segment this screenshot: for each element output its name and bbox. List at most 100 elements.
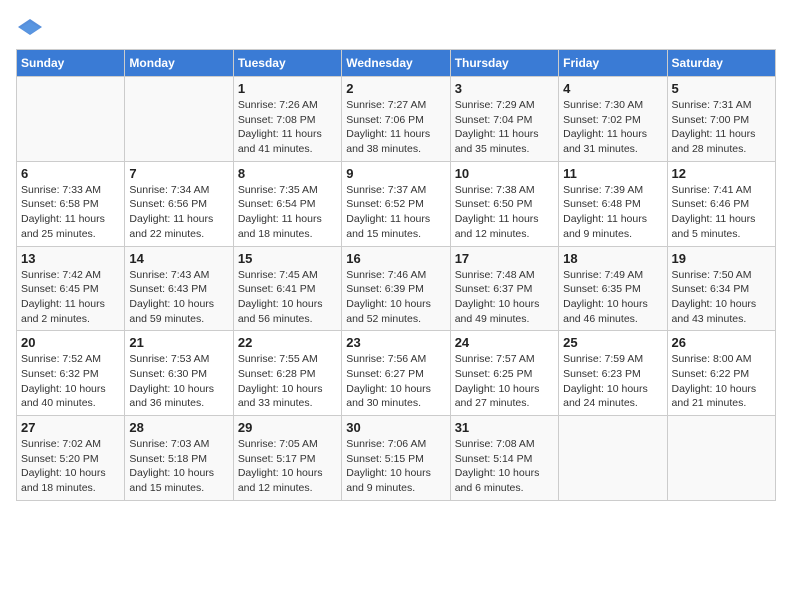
- calendar-cell: 26 Sunrise: 8:00 AM Sunset: 6:22 PM Dayli…: [667, 331, 775, 416]
- calendar-cell: 14 Sunrise: 7:43 AM Sunset: 6:43 PM Dayli…: [125, 246, 233, 331]
- calendar-cell: 27Sunrise: 7:02 AM Sunset: 5:20 PM Dayli…: [17, 416, 125, 501]
- day-number: 18: [563, 251, 662, 266]
- calendar-cell: [667, 416, 775, 501]
- calendar-cell: 30 Sunrise: 7:06 AM Sunset: 5:15 PM Dayli…: [342, 416, 450, 501]
- day-info: Sunrise: 7:59 AM Sunset: 6:23 PM Dayligh…: [563, 352, 662, 411]
- day-number: 2: [346, 81, 445, 96]
- calendar-cell: 3 Sunrise: 7:29 AM Sunset: 7:04 PM Daylig…: [450, 77, 558, 162]
- calendar-cell: 5 Sunrise: 7:31 AM Sunset: 7:00 PM Daylig…: [667, 77, 775, 162]
- day-of-week-header: Saturday: [667, 50, 775, 77]
- day-number: 20: [21, 335, 120, 350]
- calendar-cell: 22 Sunrise: 7:55 AM Sunset: 6:28 PM Dayli…: [233, 331, 341, 416]
- day-info: Sunrise: 7:34 AM Sunset: 6:56 PM Dayligh…: [129, 183, 228, 242]
- calendar-cell: 20 Sunrise: 7:52 AM Sunset: 6:32 PM Dayli…: [17, 331, 125, 416]
- calendar-cell: 31 Sunrise: 7:08 AM Sunset: 5:14 PM Dayli…: [450, 416, 558, 501]
- calendar-cell: 9 Sunrise: 7:37 AM Sunset: 6:52 PM Daylig…: [342, 161, 450, 246]
- day-info: Sunrise: 7:46 AM Sunset: 6:39 PM Dayligh…: [346, 268, 445, 327]
- calendar-cell: [125, 77, 233, 162]
- calendar-cell: 10 Sunrise: 7:38 AM Sunset: 6:50 PM Dayli…: [450, 161, 558, 246]
- day-info: Sunrise: 7:05 AM Sunset: 5:17 PM Dayligh…: [238, 437, 337, 496]
- calendar-cell: 25 Sunrise: 7:59 AM Sunset: 6:23 PM Dayli…: [559, 331, 667, 416]
- day-of-week-header: Sunday: [17, 50, 125, 77]
- day-number: 1: [238, 81, 337, 96]
- calendar-cell: 24Sunrise: 7:57 AM Sunset: 6:25 PM Dayli…: [450, 331, 558, 416]
- day-info: Sunrise: 7:48 AM Sunset: 6:37 PM Dayligh…: [455, 268, 554, 327]
- calendar-cell: 23 Sunrise: 7:56 AM Sunset: 6:27 PM Dayli…: [342, 331, 450, 416]
- calendar-cell: 13 Sunrise: 7:42 AM Sunset: 6:45 PM Dayli…: [17, 246, 125, 331]
- day-info: Sunrise: 7:55 AM Sunset: 6:28 PM Dayligh…: [238, 352, 337, 411]
- day-number: 30: [346, 420, 445, 435]
- day-number: 31: [455, 420, 554, 435]
- day-number: 29: [238, 420, 337, 435]
- calendar-cell: 2 Sunrise: 7:27 AM Sunset: 7:06 PM Daylig…: [342, 77, 450, 162]
- day-info: Sunrise: 7:06 AM Sunset: 5:15 PM Dayligh…: [346, 437, 445, 496]
- day-of-week-header: Thursday: [450, 50, 558, 77]
- day-info: Sunrise: 7:42 AM Sunset: 6:45 PM Dayligh…: [21, 268, 120, 327]
- calendar-cell: 7 Sunrise: 7:34 AM Sunset: 6:56 PM Daylig…: [125, 161, 233, 246]
- day-of-week-header: Friday: [559, 50, 667, 77]
- day-info: Sunrise: 7:30 AM Sunset: 7:02 PM Dayligh…: [563, 98, 662, 157]
- day-number: 4: [563, 81, 662, 96]
- day-info: Sunrise: 7:52 AM Sunset: 6:32 PM Dayligh…: [21, 352, 120, 411]
- day-info: Sunrise: 7:33 AM Sunset: 6:58 PM Dayligh…: [21, 183, 120, 242]
- calendar-cell: 16Sunrise: 7:46 AM Sunset: 6:39 PM Dayli…: [342, 246, 450, 331]
- day-info: Sunrise: 7:39 AM Sunset: 6:48 PM Dayligh…: [563, 183, 662, 242]
- day-of-week-header: Tuesday: [233, 50, 341, 77]
- day-number: 12: [672, 166, 771, 181]
- day-info: Sunrise: 7:35 AM Sunset: 6:54 PM Dayligh…: [238, 183, 337, 242]
- day-of-week-header: Wednesday: [342, 50, 450, 77]
- day-info: Sunrise: 7:02 AM Sunset: 5:20 PM Dayligh…: [21, 437, 120, 496]
- day-info: Sunrise: 7:38 AM Sunset: 6:50 PM Dayligh…: [455, 183, 554, 242]
- day-number: 3: [455, 81, 554, 96]
- day-number: 15: [238, 251, 337, 266]
- day-info: Sunrise: 7:57 AM Sunset: 6:25 PM Dayligh…: [455, 352, 554, 411]
- day-number: 28: [129, 420, 228, 435]
- calendar-cell: 29 Sunrise: 7:05 AM Sunset: 5:17 PM Dayli…: [233, 416, 341, 501]
- day-info: Sunrise: 7:41 AM Sunset: 6:46 PM Dayligh…: [672, 183, 771, 242]
- calendar-table: SundayMondayTuesdayWednesdayThursdayFrid…: [16, 49, 776, 501]
- day-number: 22: [238, 335, 337, 350]
- calendar-cell: 21 Sunrise: 7:53 AM Sunset: 6:30 PM Dayli…: [125, 331, 233, 416]
- day-info: Sunrise: 7:43 AM Sunset: 6:43 PM Dayligh…: [129, 268, 228, 327]
- logo-icon: [16, 17, 44, 37]
- calendar-cell: 6 Sunrise: 7:33 AM Sunset: 6:58 PM Daylig…: [17, 161, 125, 246]
- day-info: Sunrise: 7:37 AM Sunset: 6:52 PM Dayligh…: [346, 183, 445, 242]
- page-header: [16, 16, 776, 37]
- day-number: 19: [672, 251, 771, 266]
- day-number: 14: [129, 251, 228, 266]
- day-number: 10: [455, 166, 554, 181]
- calendar-cell: 18 Sunrise: 7:49 AM Sunset: 6:35 PM Dayli…: [559, 246, 667, 331]
- calendar-cell: 19Sunrise: 7:50 AM Sunset: 6:34 PM Dayli…: [667, 246, 775, 331]
- day-info: Sunrise: 7:49 AM Sunset: 6:35 PM Dayligh…: [563, 268, 662, 327]
- day-number: 26: [672, 335, 771, 350]
- logo: [16, 16, 48, 37]
- calendar-cell: 12 Sunrise: 7:41 AM Sunset: 6:46 PM Dayli…: [667, 161, 775, 246]
- calendar-cell: 11 Sunrise: 7:39 AM Sunset: 6:48 PM Dayli…: [559, 161, 667, 246]
- day-number: 17: [455, 251, 554, 266]
- day-info: Sunrise: 7:29 AM Sunset: 7:04 PM Dayligh…: [455, 98, 554, 157]
- day-number: 9: [346, 166, 445, 181]
- day-number: 8: [238, 166, 337, 181]
- day-info: Sunrise: 7:27 AM Sunset: 7:06 PM Dayligh…: [346, 98, 445, 157]
- day-number: 13: [21, 251, 120, 266]
- day-number: 7: [129, 166, 228, 181]
- day-number: 11: [563, 166, 662, 181]
- day-number: 5: [672, 81, 771, 96]
- day-number: 6: [21, 166, 120, 181]
- calendar-cell: 1 Sunrise: 7:26 AM Sunset: 7:08 PM Daylig…: [233, 77, 341, 162]
- calendar-cell: 17 Sunrise: 7:48 AM Sunset: 6:37 PM Dayli…: [450, 246, 558, 331]
- day-info: Sunrise: 7:53 AM Sunset: 6:30 PM Dayligh…: [129, 352, 228, 411]
- calendar-cell: 15 Sunrise: 7:45 AM Sunset: 6:41 PM Dayli…: [233, 246, 341, 331]
- day-number: 23: [346, 335, 445, 350]
- calendar-cell: [17, 77, 125, 162]
- day-info: Sunrise: 8:00 AM Sunset: 6:22 PM Dayligh…: [672, 352, 771, 411]
- day-info: Sunrise: 7:08 AM Sunset: 5:14 PM Dayligh…: [455, 437, 554, 496]
- day-info: Sunrise: 7:31 AM Sunset: 7:00 PM Dayligh…: [672, 98, 771, 157]
- day-number: 21: [129, 335, 228, 350]
- calendar-cell: 4 Sunrise: 7:30 AM Sunset: 7:02 PM Daylig…: [559, 77, 667, 162]
- day-info: Sunrise: 7:56 AM Sunset: 6:27 PM Dayligh…: [346, 352, 445, 411]
- day-info: Sunrise: 7:26 AM Sunset: 7:08 PM Dayligh…: [238, 98, 337, 157]
- calendar-cell: 8 Sunrise: 7:35 AM Sunset: 6:54 PM Daylig…: [233, 161, 341, 246]
- day-info: Sunrise: 7:45 AM Sunset: 6:41 PM Dayligh…: [238, 268, 337, 327]
- day-number: 25: [563, 335, 662, 350]
